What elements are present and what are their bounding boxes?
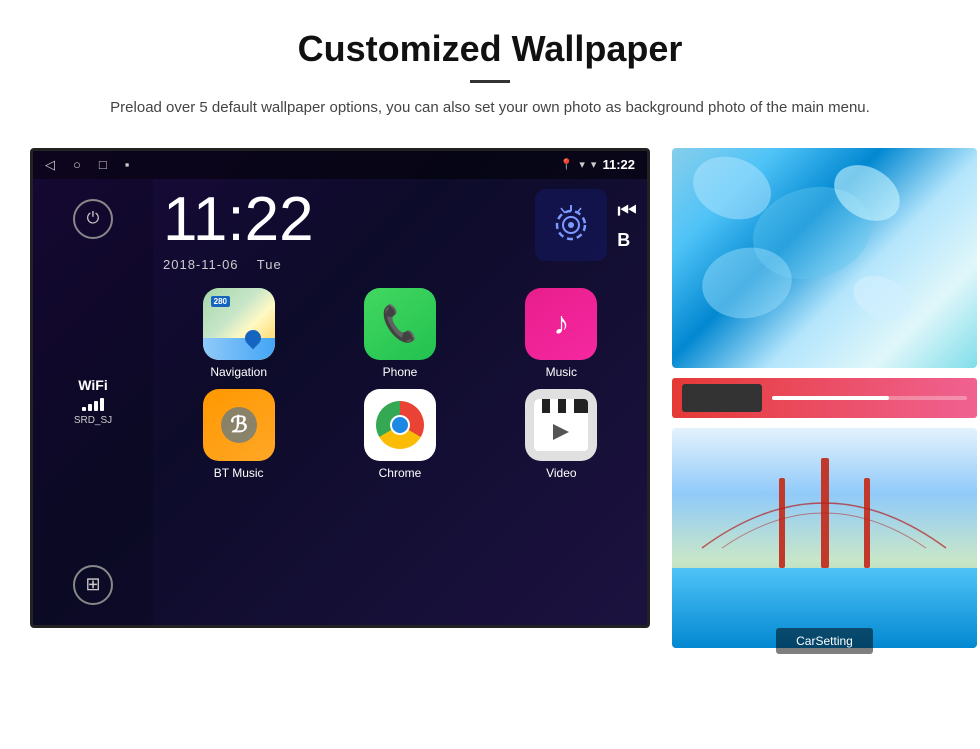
home-icon[interactable]: ○: [73, 157, 81, 172]
clap-stripe-1: [534, 399, 542, 413]
wallpaper-ice-bg: [672, 148, 977, 368]
chrome-app-label: Chrome: [379, 466, 422, 480]
svg-text:ℬ: ℬ: [230, 412, 247, 437]
bt-music-app-label: BT Music: [214, 466, 264, 480]
wifi-ssid: SRD_SJ: [74, 415, 112, 426]
wallpaper-bridge-thumb[interactable]: [672, 428, 977, 648]
app-grid: 280 Navigation 📞: [163, 288, 637, 480]
header-section: Customized Wallpaper Preload over 5 defa…: [0, 0, 980, 138]
android-center: 11:22 2018-11-06 Tue: [153, 179, 647, 625]
wifi-icon: ▾: [579, 158, 585, 171]
phone-icon: 📞: [377, 301, 423, 345]
video-app-icon[interactable]: [525, 389, 597, 461]
recents-icon[interactable]: □: [99, 157, 107, 172]
wallpaper-ice-thumb[interactable]: [672, 148, 977, 368]
phone-app-label: Phone: [383, 365, 418, 379]
app-item-chrome[interactable]: Chrome: [324, 389, 475, 480]
app-item-navigation[interactable]: 280 Navigation: [163, 288, 314, 379]
media-progress-fill: [772, 396, 889, 400]
status-time: 11:22: [602, 157, 635, 172]
skip-back-icon[interactable]: ⏮: [617, 198, 637, 224]
wifi-bar-4: [100, 398, 104, 411]
video-app-label: Video: [546, 466, 576, 480]
wifi-bar-2: [88, 404, 92, 411]
music-app-icon[interactable]: ♪: [525, 288, 597, 360]
clock-section: 11:22 2018-11-06 Tue: [163, 189, 637, 272]
wifi-bar-3: [94, 401, 98, 411]
signal-icon: ▾: [591, 158, 597, 171]
status-bar: ◁ ○ □ ▪ 📍 ▾ ▾ 11:22: [33, 151, 647, 179]
music-app-label: Music: [546, 365, 577, 379]
clap-stripe-2: [550, 399, 558, 413]
clock-time: 11:22: [163, 189, 314, 251]
nav-badge: 280: [211, 296, 230, 307]
clock-date: 2018-11-06 Tue: [163, 257, 314, 272]
android-sidebar: ⏻ WiFi SRD_SJ ⊞: [33, 179, 153, 625]
wallpaper-stack: CarSetting: [672, 148, 977, 654]
app-item-bt-music[interactable]: ℬ BT Music: [163, 389, 314, 480]
play-triangle-icon: [549, 422, 573, 442]
app-item-phone[interactable]: 📞 Phone: [324, 288, 475, 379]
carsetting-label: CarSetting: [796, 634, 853, 648]
wifi-bars: [74, 397, 112, 411]
android-screen: ◁ ○ □ ▪ 📍 ▾ ▾ 11:22 ⏻ WiFi: [30, 148, 650, 628]
clapperboard-body: [534, 413, 588, 451]
phone-app-icon[interactable]: 📞: [364, 288, 436, 360]
page-wrapper: Customized Wallpaper Preload over 5 defa…: [0, 0, 980, 749]
wallpaper-bridge-bg: [672, 428, 977, 648]
wifi-bar-1: [82, 407, 86, 411]
antenna-icon: [551, 205, 591, 245]
app-item-video[interactable]: Video: [486, 389, 637, 480]
apps-button[interactable]: ⊞: [73, 565, 113, 605]
navigation-app-label: Navigation: [210, 365, 267, 379]
power-button[interactable]: ⏻: [73, 199, 113, 239]
playback-controls: ⏮ B: [617, 198, 637, 251]
status-right: 📍 ▾ ▾ 11:22: [560, 157, 635, 172]
clapperboard-top: [534, 399, 588, 413]
clock-info: 11:22 2018-11-06 Tue: [163, 189, 314, 272]
bluetooth-mini-icon[interactable]: B: [617, 230, 637, 251]
wifi-info: WiFi SRD_SJ: [74, 377, 112, 426]
media-icon-box: [535, 189, 607, 261]
nav-icons: ◁ ○ □ ▪: [45, 157, 129, 173]
ice-shape-5: [846, 267, 917, 329]
back-icon[interactable]: ◁: [45, 157, 55, 173]
media-player-bar: [672, 378, 977, 418]
page-title: Customized Wallpaper: [60, 28, 920, 70]
wifi-label: WiFi: [74, 377, 112, 393]
android-main: ⏻ WiFi SRD_SJ ⊞: [33, 179, 647, 625]
bridge-cables-icon: [672, 448, 977, 568]
page-subtitle: Preload over 5 default wallpaper options…: [100, 97, 880, 120]
location-icon: 📍: [560, 158, 574, 171]
carsetting-overlay: CarSetting: [776, 628, 873, 654]
chrome-inner-circle: [390, 415, 410, 435]
bluetooth-icon: ℬ: [219, 405, 259, 445]
nav-road: [203, 338, 275, 360]
chrome-circle-icon: [376, 401, 424, 449]
music-note-icon: ♪: [553, 305, 569, 342]
media-progress-bar: [772, 396, 967, 400]
clap-stripe-3: [566, 399, 574, 413]
app-item-music[interactable]: ♪ Music: [486, 288, 637, 379]
content-area: ◁ ○ □ ▪ 📍 ▾ ▾ 11:22 ⏻ WiFi: [0, 148, 980, 654]
chrome-app-icon[interactable]: [364, 389, 436, 461]
navigation-app-icon[interactable]: 280: [203, 288, 275, 360]
screenshot-icon[interactable]: ▪: [125, 157, 130, 172]
bt-music-app-icon[interactable]: ℬ: [203, 389, 275, 461]
wallpaper-bridge-wrapper: CarSetting: [672, 428, 977, 654]
title-divider: [470, 80, 510, 83]
media-player-thumbnail: [682, 384, 762, 412]
